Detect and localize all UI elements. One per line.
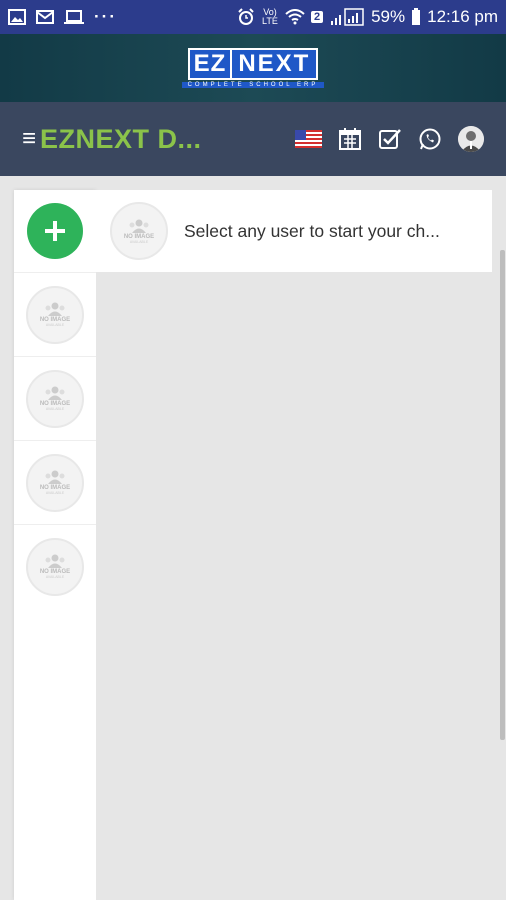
no-image-sublabel: AVAILABLE: [45, 491, 65, 495]
profile-avatar[interactable]: [458, 126, 484, 152]
us-flag-icon[interactable]: [295, 130, 322, 148]
gallery-icon: [8, 9, 26, 25]
chat-header: NO IMAGE AVAILABLE Select any user to st…: [96, 190, 492, 272]
clock: 12:16 pm: [427, 7, 498, 26]
user-group-icon: [45, 302, 65, 316]
no-image-avatar: NO IMAGE AVAILABLE: [26, 369, 84, 428]
battery-percent: 59%: [371, 7, 406, 26]
plus-icon: [45, 221, 65, 241]
signal-icon: [331, 8, 364, 26]
scrollbar[interactable]: [500, 250, 505, 740]
alarm-icon: [238, 8, 254, 25]
user-list: NO IMAGE AVAILABLE NO IMAGE AVAILABLE NO…: [14, 190, 96, 900]
logo-next: NEXT: [232, 50, 317, 78]
eznext-logo: EZ NEXT COMPLETE SCHOOL ERP: [181, 48, 325, 88]
sim-badge: 2: [310, 11, 324, 23]
no-image-avatar: NO IMAGE AVAILABLE: [26, 453, 84, 512]
no-image-sublabel: AVAILABLE: [45, 407, 65, 411]
app-title: EZNEXT D...: [40, 123, 202, 154]
user-list-item[interactable]: NO IMAGE AVAILABLE: [14, 524, 96, 608]
mail-icon: [36, 10, 54, 24]
no-image-avatar: NO IMAGE AVAILABLE: [26, 537, 84, 596]
user-list-item[interactable]: NO IMAGE AVAILABLE: [14, 356, 96, 440]
wifi-icon: [285, 9, 305, 25]
logo-tagline: COMPLETE SCHOOL ERP: [181, 82, 325, 88]
user-list-item[interactable]: NO IMAGE AVAILABLE: [14, 440, 96, 524]
whatsapp-icon[interactable]: [418, 127, 442, 151]
menu-icon[interactable]: ≡: [22, 127, 36, 151]
chat-container: NO IMAGE AVAILABLE NO IMAGE AVAILABLE NO…: [14, 190, 492, 900]
logo-bar: EZ NEXT COMPLETE SCHOOL ERP: [0, 34, 506, 102]
user-group-icon: [45, 470, 65, 484]
add-chat-button[interactable]: [27, 203, 83, 259]
no-image-sublabel: AVAILABLE: [129, 239, 149, 244]
checkbox-icon[interactable]: [378, 127, 402, 151]
no-image-sublabel: AVAILABLE: [45, 323, 65, 327]
user-group-icon: [45, 554, 65, 568]
user-list-item[interactable]: NO IMAGE AVAILABLE: [14, 272, 96, 356]
chat-prompt: Select any user to start your ch...: [184, 220, 440, 241]
app-bar: ≡ EZNEXT D...: [0, 102, 506, 176]
volte-indicator: Vo) LTE: [262, 7, 278, 26]
no-image-avatar: NO IMAGE AVAILABLE: [26, 285, 84, 344]
status-bar: ··· Vo) LTE 2 59% 12:16 pm: [0, 0, 506, 34]
chat-messages-area: [96, 272, 492, 900]
more-notifications-icon: ···: [94, 7, 117, 26]
no-image-sublabel: AVAILABLE: [45, 575, 65, 579]
logo-ez: EZ: [189, 50, 233, 78]
laptop-icon: [64, 10, 84, 24]
calendar-icon[interactable]: [338, 127, 362, 151]
selected-user-avatar: NO IMAGE AVAILABLE: [110, 202, 168, 260]
battery-icon: [412, 8, 421, 25]
user-group-icon: [45, 386, 65, 400]
user-group-icon: [129, 219, 149, 233]
